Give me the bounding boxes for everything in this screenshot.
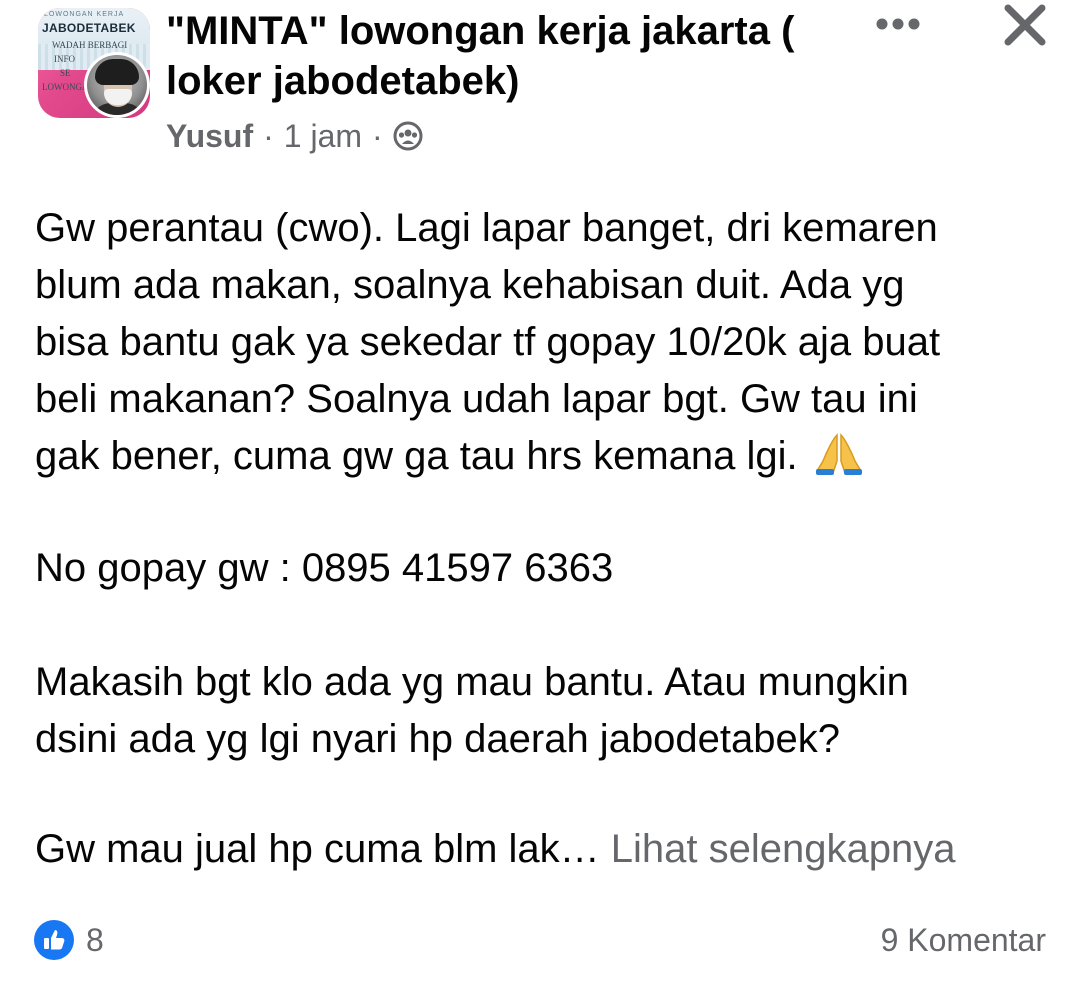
more-options-button[interactable] — [870, 6, 926, 42]
group-name[interactable]: "MINTA" lowongan kerja jakarta ( loker j… — [166, 6, 846, 106]
user-avatar[interactable] — [84, 52, 150, 118]
like-icon — [34, 920, 74, 960]
post-paragraph-truncated: Gw mau jual hp cuma blm lak… Lihat selen… — [35, 821, 955, 878]
reactions-summary[interactable]: 8 — [34, 918, 104, 962]
post-text: Gw mau jual hp cuma blm lak… — [35, 827, 611, 871]
facebook-post: LOWONGAN KERJA JABODETABEK WADAH BERBAGI… — [0, 0, 1080, 995]
group-logo-subtitle: WADAH BERBAGI — [52, 40, 128, 50]
close-icon — [1004, 4, 1046, 46]
see-more-link[interactable]: Lihat selengkapnya — [611, 827, 956, 871]
group-logo-line2: INFO — [54, 54, 76, 64]
folded-hands-emoji — [813, 431, 865, 475]
group-logo-line3: SE — [60, 68, 71, 78]
close-button[interactable] — [994, 0, 1056, 50]
post-paragraph: Makasih bgt klo ada yg mau bantu. Atau m… — [35, 660, 909, 761]
meta-separator: · — [372, 117, 383, 154]
user-avatar-photo — [87, 55, 147, 115]
more-icon — [876, 18, 920, 30]
group-logo-small-text: LOWONGAN KERJA — [44, 11, 125, 18]
group-icon — [393, 121, 423, 151]
group-logo-title: JABODETABEK — [42, 21, 136, 35]
post-time[interactable]: 1 jam — [284, 118, 362, 155]
comments-count-link[interactable]: 9 Komentar — [881, 918, 1046, 962]
reaction-count: 8 — [86, 921, 104, 958]
meta-separator: · — [263, 117, 274, 154]
post-meta: Yusuf · 1 jam · — [166, 116, 423, 156]
author-name[interactable]: Yusuf — [166, 118, 253, 155]
post-paragraph-phone: No gopay gw : 0895 41597 6363 — [35, 546, 614, 590]
post-paragraph: Gw perantau (cwo). Lagi lapar banget, dr… — [35, 200, 940, 485]
post-text: Gw perantau (cwo). Lagi lapar banget, dr… — [35, 206, 941, 478]
